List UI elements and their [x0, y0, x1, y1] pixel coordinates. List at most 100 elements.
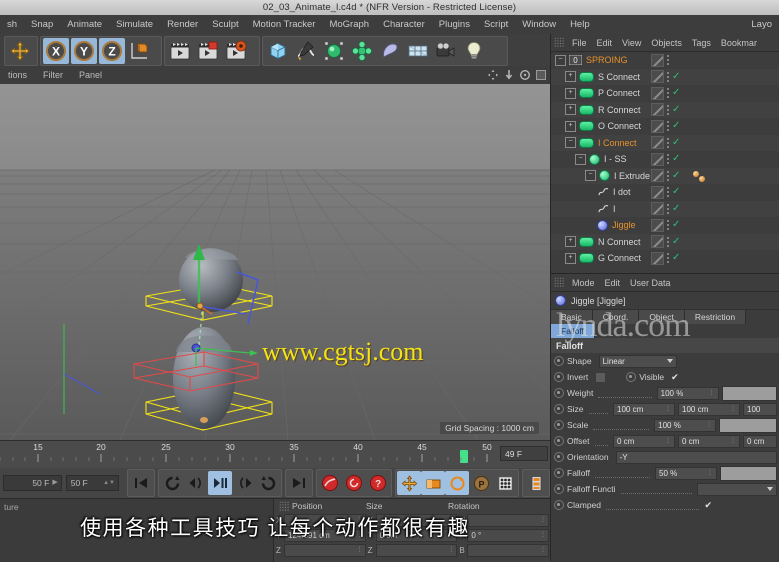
enabled-check-icon[interactable]: ✓	[672, 154, 680, 164]
stepper-icon[interactable]: ⋮	[730, 435, 736, 448]
array-modeling-icon[interactable]	[349, 38, 375, 64]
enabled-check-icon[interactable]: ✓	[672, 187, 680, 197]
menu-item-help[interactable]: Help	[563, 15, 597, 34]
am-menu-user-data[interactable]: User Data	[625, 278, 676, 288]
om-menu-edit[interactable]: Edit	[592, 38, 618, 48]
am-menu-mode[interactable]: Mode	[567, 278, 600, 288]
weight-slider[interactable]	[721, 385, 777, 401]
stepper-icon[interactable]: ⋮	[357, 514, 363, 527]
animate-radio-icon[interactable]	[554, 500, 564, 510]
maximize-viewport-icon[interactable]	[534, 67, 548, 82]
orientation-select[interactable]: -Y	[615, 450, 777, 464]
preview-range-end-field[interactable]: 50 F ▲▼	[65, 475, 119, 491]
animate-radio-icon[interactable]	[554, 356, 564, 366]
visibility-tag-icon[interactable]	[651, 185, 664, 199]
visibility-tag-icon[interactable]	[651, 103, 664, 117]
x-axis-icon[interactable]: X	[43, 38, 69, 64]
environment-floor-icon[interactable]	[405, 38, 431, 64]
scale-slider[interactable]	[719, 417, 778, 433]
stepper-icon[interactable]: ⋮	[357, 544, 363, 557]
visibility-tag-icon[interactable]	[651, 202, 664, 216]
size-x-field[interactable]: 100 cm ⋮	[613, 402, 675, 416]
menu-item-window[interactable]: Window	[515, 15, 563, 34]
stepper-icon[interactable]: ▲▼	[103, 475, 115, 491]
size-z-field[interactable]: 100	[743, 402, 777, 416]
render-view-icon[interactable]	[167, 38, 193, 64]
render-region-icon[interactable]	[195, 38, 221, 64]
panel-grip-icon[interactable]	[279, 500, 290, 512]
render-settings-icon[interactable]	[223, 38, 249, 64]
position-key-icon[interactable]	[397, 471, 421, 495]
enabled-check-icon[interactable]: ✓	[672, 170, 680, 181]
tab-basic[interactable]: Basic	[551, 310, 593, 324]
enabled-check-icon[interactable]: ✓	[672, 104, 680, 115]
offset-x-field[interactable]: 0 cm ⋮	[613, 434, 675, 448]
expander-icon[interactable]: +	[565, 87, 576, 99]
falloff-function-select[interactable]	[697, 482, 777, 496]
pan-icon[interactable]	[486, 67, 500, 82]
object-row-p-connect[interactable]: + P Connect ✓	[551, 85, 779, 102]
om-menu-objects[interactable]: Objects	[646, 38, 687, 48]
parameter-key-icon[interactable]	[493, 471, 517, 495]
animate-radio-icon[interactable]	[554, 404, 564, 414]
expander-icon[interactable]: +	[565, 236, 576, 248]
object-row-i-dot[interactable]: I dot ✓	[551, 184, 779, 201]
animate-radio-icon[interactable]	[554, 420, 564, 430]
rotation-p-field[interactable]: 0 ° ⋮	[467, 529, 550, 542]
rotate-icon[interactable]	[518, 67, 532, 82]
light-bulb-icon[interactable]	[461, 38, 487, 64]
tab-coord[interactable]: Coord.	[592, 310, 640, 324]
record-icon[interactable]	[318, 471, 342, 495]
position-x-field[interactable]: ⋮	[284, 514, 366, 527]
object-tree[interactable]: − 0 SPROING + S Connect ✓ + P Connect ✓ …	[551, 52, 779, 274]
visibility-tag-icon[interactable]	[651, 251, 664, 265]
stepper-icon[interactable]: ⋮	[357, 529, 363, 542]
visibility-tag-icon[interactable]	[651, 53, 664, 67]
skip-start-icon[interactable]	[129, 471, 153, 495]
object-row-r-connect[interactable]: + R Connect ✓	[551, 101, 779, 118]
viewport-menu-panel[interactable]: Panel	[71, 70, 110, 80]
am-menu-edit[interactable]: Edit	[600, 278, 626, 288]
nurbs-generator-icon[interactable]	[321, 38, 347, 64]
animate-radio-icon[interactable]	[554, 468, 564, 478]
expander-icon[interactable]: −	[555, 54, 566, 66]
visibility-tag-icon[interactable]	[651, 119, 664, 133]
dolly-icon[interactable]	[502, 67, 516, 82]
falloff-slider[interactable]	[720, 465, 777, 481]
object-row-g-connect[interactable]: + G Connect ✓	[551, 250, 779, 267]
animate-radio-icon[interactable]	[626, 372, 637, 382]
offset-y-field[interactable]: 0 cm ⋮	[678, 434, 740, 448]
enabled-check-icon[interactable]: ✓	[672, 121, 680, 131]
y-axis-icon[interactable]: Y	[71, 38, 97, 64]
tab-restriction[interactable]: Restriction	[684, 310, 747, 324]
next-key-icon[interactable]	[232, 471, 256, 495]
object-tag-icon[interactable]	[693, 170, 699, 177]
menu-item-simulate[interactable]: Simulate	[109, 15, 160, 34]
panel-grip-icon[interactable]	[554, 37, 565, 48]
menu-item-animate[interactable]: Animate	[60, 15, 109, 34]
object-row-n-connect[interactable]: + N Connect ✓	[551, 233, 779, 250]
enabled-check-icon[interactable]: ✓	[672, 71, 680, 82]
expander-icon[interactable]: +	[565, 104, 576, 116]
menu-item-sculpt[interactable]: Sculpt	[205, 15, 245, 34]
stepper-icon[interactable]: ⋮	[448, 529, 454, 542]
menu-item-character[interactable]: Character	[376, 15, 432, 34]
scale-key-icon[interactable]	[421, 471, 445, 495]
scale-field[interactable]: 100 % ⋮	[654, 418, 717, 432]
rotation-h-field[interactable]: ⋮	[467, 514, 550, 527]
z-axis-icon[interactable]: Z	[99, 38, 125, 64]
menu-item-mesh[interactable]: sh	[0, 15, 24, 34]
timeline-ruler[interactable]: 15 20 25 30 35 40 45 50 49 F	[0, 440, 550, 470]
object-row-i-extrude[interactable]: − I Extrude ✓	[551, 167, 779, 184]
enabled-check-icon[interactable]: ✓	[672, 236, 680, 247]
object-row-i-ss[interactable]: − I - SS ✓	[551, 151, 779, 168]
animate-radio-icon[interactable]	[554, 436, 564, 446]
expander-icon[interactable]: +	[565, 71, 576, 83]
position-y-field[interactable]: 124.891 cm ⋮	[284, 529, 366, 542]
menu-item-plugins[interactable]: Plugins	[432, 15, 477, 34]
weight-field[interactable]: 100 % ⋮	[656, 386, 719, 400]
visibility-tag-icon[interactable]	[651, 218, 664, 232]
loop-cw-icon[interactable]	[256, 471, 280, 495]
visibility-tag-icon[interactable]	[651, 152, 664, 166]
size-y-field[interactable]: 0 cm ⋮	[375, 529, 458, 542]
